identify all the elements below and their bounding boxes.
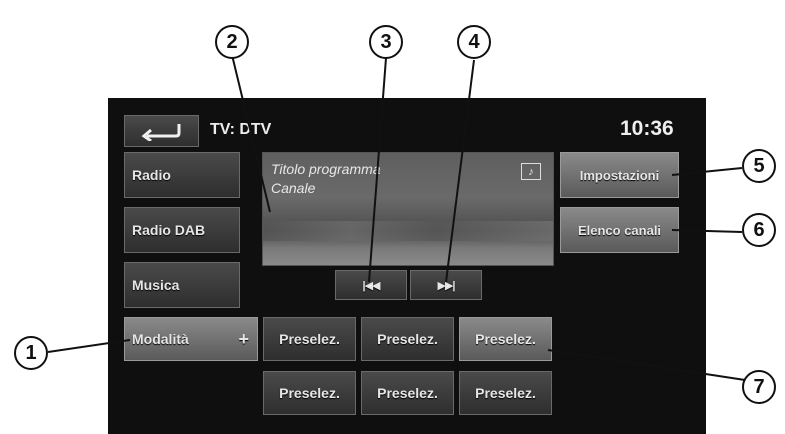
callout-7: 7 <box>742 370 776 404</box>
callout-leader-lines <box>47 54 746 381</box>
callout-4: 4 <box>457 25 491 59</box>
callout-5: 5 <box>742 149 776 183</box>
callout-3: 3 <box>369 25 403 59</box>
callout-6: 6 <box>742 213 776 247</box>
callout-1: 1 <box>14 336 48 370</box>
callout-2: 2 <box>215 25 249 59</box>
